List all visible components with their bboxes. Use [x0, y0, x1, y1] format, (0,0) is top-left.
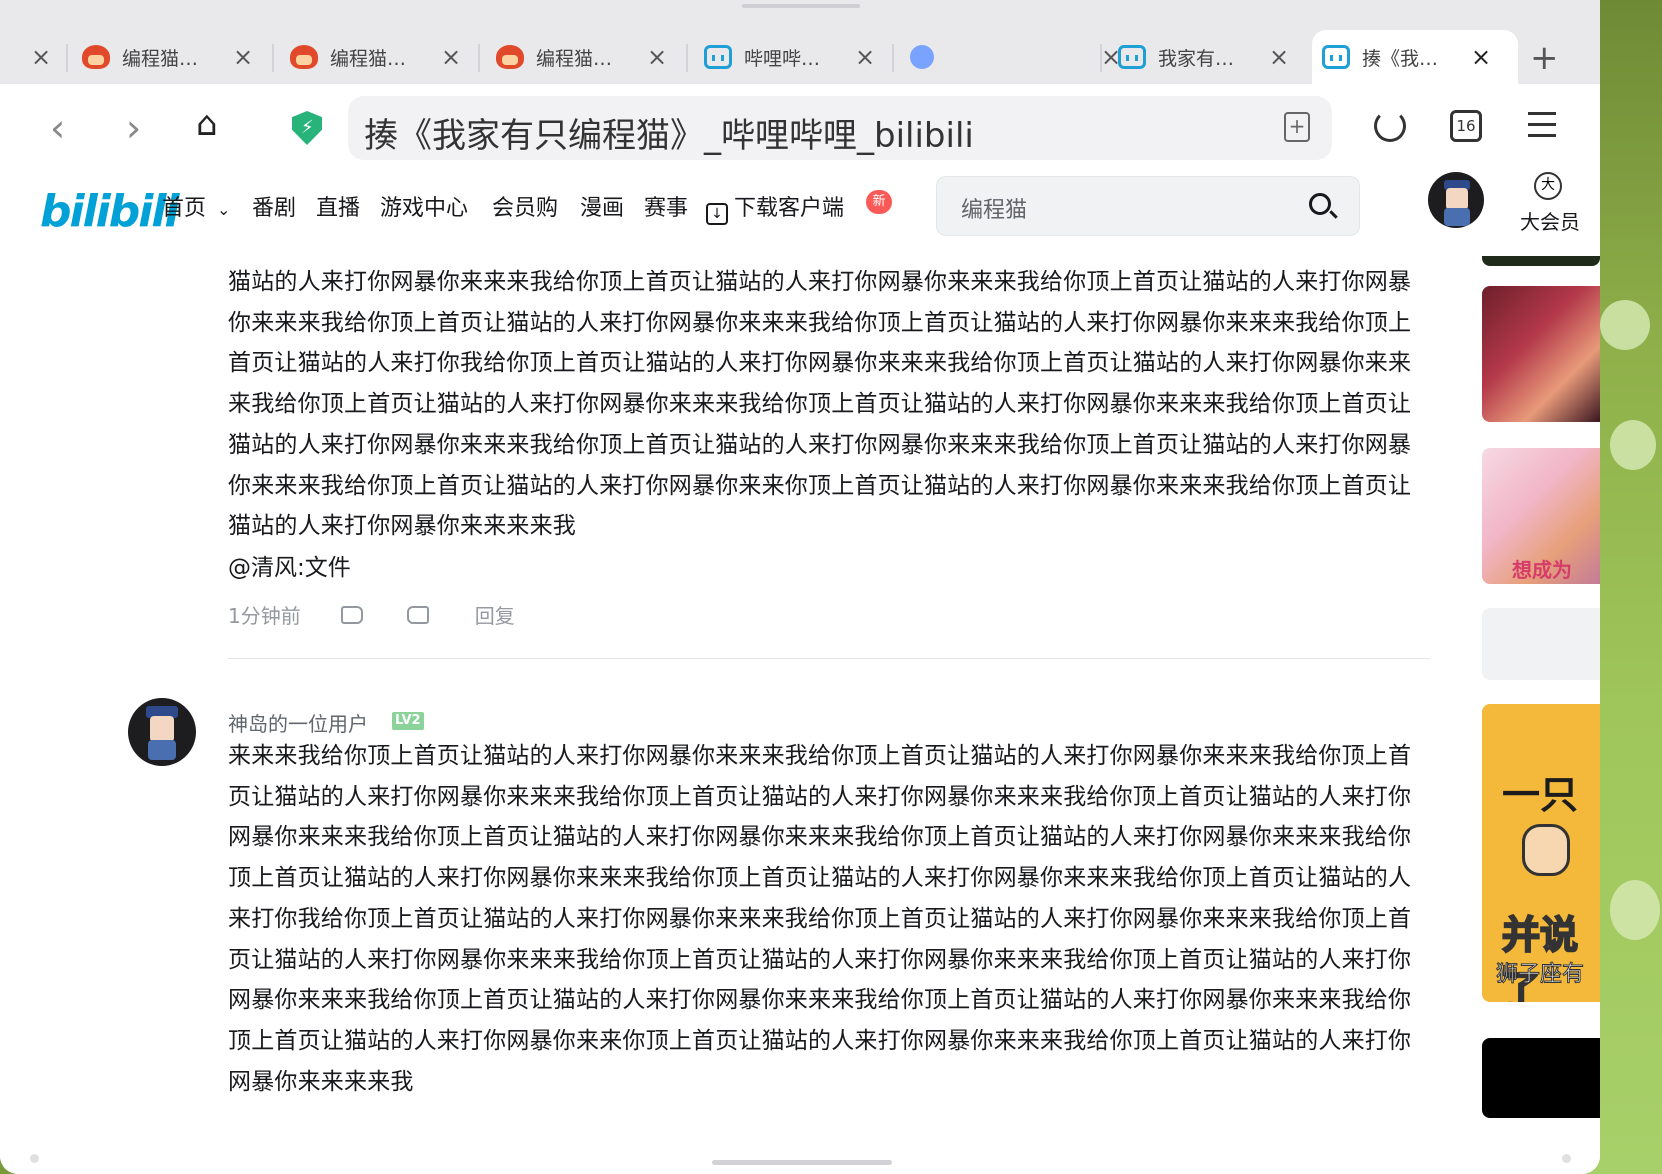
tab-count-button[interactable]: 16 [1450, 110, 1482, 142]
address-text[interactable]: 揍《我家有只编程猫》_哔哩哔哩_bilibili [364, 108, 974, 157]
close-icon[interactable]: × [1264, 43, 1294, 71]
forward-button[interactable]: › [126, 106, 141, 150]
tab-1[interactable]: × [26, 30, 56, 84]
codemao-icon [82, 45, 110, 69]
nav-download-label: 下载客户端 [734, 196, 845, 221]
new-tab-button[interactable]: + [1530, 38, 1559, 78]
comment-mention[interactable]: @清风:文件 [228, 548, 351, 582]
home-button[interactable]: ⌂ [196, 104, 218, 144]
close-icon[interactable]: × [642, 43, 672, 71]
comment-divider [228, 658, 1430, 659]
codemao-icon [290, 45, 318, 69]
tab-4[interactable]: 编程猫… × [486, 30, 672, 84]
nav-download-client[interactable]: ↓ 下载客户端 [706, 190, 844, 225]
nav-manga[interactable]: 漫画 [580, 190, 624, 222]
level-badge: LV2 [392, 712, 424, 730]
comment-time: 1分钟前 [228, 604, 301, 628]
recommend-card[interactable] [1482, 1038, 1600, 1118]
nav-live[interactable]: 直播 [316, 190, 360, 222]
bookmark-add-icon[interactable]: + [1284, 112, 1310, 142]
menu-icon[interactable] [1528, 112, 1556, 145]
tab-5[interactable]: 哔哩哔… × [694, 30, 880, 84]
close-icon[interactable]: × [436, 43, 466, 71]
bilibili-icon [704, 45, 732, 69]
nav-esports[interactable]: 赛事 [644, 190, 688, 222]
tab-label: 编程猫… [122, 47, 199, 70]
card-caption: 想成为 [1512, 558, 1572, 582]
nav-bangumi[interactable]: 番剧 [252, 190, 296, 222]
tab-label: 编程猫… [536, 47, 613, 70]
bilibili-logo[interactable]: bilibili [40, 186, 179, 237]
tab-separator [1100, 44, 1102, 72]
window-corner-dot [1562, 1154, 1571, 1163]
search-input[interactable]: 编程猫 [961, 192, 1027, 224]
tab-label: 哔哩哔… [744, 47, 821, 70]
window-corner-dot [30, 1154, 39, 1163]
tab-7[interactable]: 我家有… × [1108, 30, 1294, 84]
download-icon: ↓ [706, 203, 728, 225]
new-badge: 新 [866, 190, 892, 214]
reload-icon[interactable] [1374, 110, 1406, 142]
chevron-down-icon: ⌄ [217, 200, 231, 219]
search-icon[interactable] [1309, 193, 1331, 215]
nav-vip-shop[interactable]: 会员购 [492, 190, 558, 222]
vip-icon[interactable]: 大 [1534, 172, 1562, 200]
close-icon[interactable]: × [228, 43, 258, 71]
card-caption: 狮子座有 [1495, 962, 1585, 988]
back-button[interactable]: ‹ [50, 106, 65, 150]
tab-active[interactable]: 揍《我… × [1312, 30, 1518, 84]
nav-home[interactable]: 首页 ⌄ [162, 190, 230, 222]
clap-hand-icon [1522, 824, 1570, 876]
dislike-icon[interactable] [406, 605, 429, 624]
tab-separator [892, 44, 894, 72]
tab-6[interactable]: × [900, 30, 1126, 84]
tab-separator [686, 44, 688, 72]
like-icon[interactable] [340, 605, 363, 624]
commenter-name[interactable]: 神岛的一位用户 [228, 708, 368, 737]
recommend-card[interactable] [1482, 286, 1600, 422]
link-icon [910, 45, 934, 69]
comment-section: 猫站的人来打你网暴你来来来我给你顶上首页让猫站的人来打你网暴你来来来我给你顶上首… [0, 256, 1600, 1174]
address-bar[interactable]: 揍《我家有只编程猫》_哔哩哔哩_bilibili + [348, 96, 1332, 160]
avatar-body-shape [148, 740, 176, 760]
avatar-body-shape [1444, 208, 1470, 226]
recommend-card-placeholder[interactable] [1482, 608, 1600, 680]
recommend-card[interactable]: 一只 并说了 狮子座有 [1482, 704, 1600, 1002]
tab-2[interactable]: 编程猫… × [72, 30, 258, 84]
nav-game-center[interactable]: 游戏中心 [380, 190, 468, 222]
tab-separator [66, 44, 68, 72]
close-icon[interactable]: × [850, 43, 880, 71]
tab-label: 揍《我… [1362, 47, 1439, 70]
bilibili-icon [1118, 45, 1146, 69]
tab-label: 我家有… [1158, 47, 1235, 70]
comment-text: 猫站的人来打你网暴你来来来我给你顶上首页让猫站的人来打你网暴你来来来我给你顶上首… [228, 269, 1412, 540]
comment-meta: 1分钟前 回复 [228, 600, 515, 629]
recommend-card-edge[interactable] [1482, 256, 1600, 266]
tab-3[interactable]: 编程猫… × [280, 30, 466, 84]
close-icon[interactable]: × [26, 43, 56, 71]
recommend-card[interactable]: 想成为 [1482, 448, 1600, 584]
card-title: 一只 [1502, 773, 1579, 817]
nav-home-label: 首页 [162, 196, 207, 221]
codemao-icon [496, 45, 524, 69]
tab-label: 编程猫… [330, 47, 407, 70]
browser-window: × 编程猫… × 编程猫… × 编程猫… × 哔哩哔… × × 我家有… × 揍… [0, 0, 1600, 1174]
user-avatar[interactable] [1428, 172, 1484, 228]
avatar-face-shape [150, 716, 174, 742]
tab-separator [272, 44, 274, 72]
window-drag-handle[interactable] [742, 4, 860, 8]
reply-button[interactable]: 回复 [475, 600, 515, 629]
window-bottom-handle[interactable] [712, 1160, 892, 1165]
comment-text: 来来来我给你顶上首页让猫站的人来打你网暴你来来来我给你顶上首页让猫站的人来打你网… [228, 743, 1412, 1095]
commenter-avatar[interactable] [128, 698, 196, 766]
bilibili-icon [1322, 45, 1350, 69]
tab-separator [478, 44, 480, 72]
tab-strip: × 编程猫… × 编程猫… × 编程猫… × 哔哩哔… × × 我家有… × 揍… [0, 0, 1600, 84]
search-box[interactable]: 编程猫 [936, 176, 1360, 236]
site-header: bilibili 首页 ⌄ 番剧 直播 游戏中心 会员购 漫画 赛事 ↓ 下载客户… [0, 172, 1600, 256]
vip-label[interactable]: 大会员 [1520, 206, 1580, 235]
close-icon[interactable]: × [1466, 43, 1496, 71]
avatar-face-shape [1446, 188, 1468, 210]
